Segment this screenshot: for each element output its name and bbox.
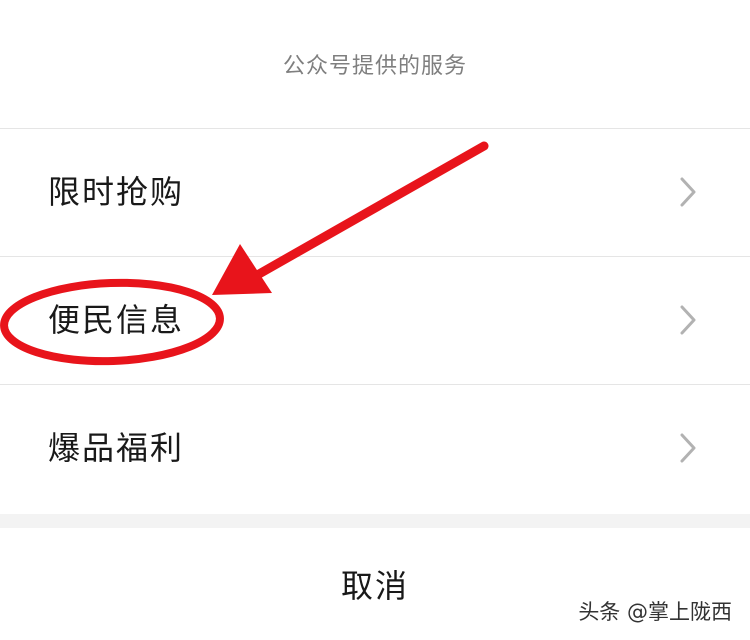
action-sheet: 公众号提供的服务 限时抢购 便民信息 爆品福利 取消 bbox=[0, 0, 750, 640]
section-separator bbox=[0, 514, 750, 528]
watermark: 头条 @掌上陇西 bbox=[578, 600, 732, 624]
menu-item-label: 限时抢购 bbox=[48, 173, 185, 211]
chevron-right-icon bbox=[680, 433, 696, 463]
menu-item-label: 便民信息 bbox=[48, 301, 185, 339]
menu-item-convenience-info[interactable]: 便民信息 bbox=[0, 257, 750, 384]
menu-item-label: 爆品福利 bbox=[48, 429, 185, 467]
menu-item-hot-deals[interactable]: 爆品福利 bbox=[0, 385, 750, 512]
menu-item-flash-sale[interactable]: 限时抢购 bbox=[0, 129, 750, 256]
sheet-title: 公众号提供的服务 bbox=[282, 54, 467, 79]
chevron-right-icon bbox=[680, 305, 696, 335]
chevron-right-icon bbox=[680, 177, 696, 207]
